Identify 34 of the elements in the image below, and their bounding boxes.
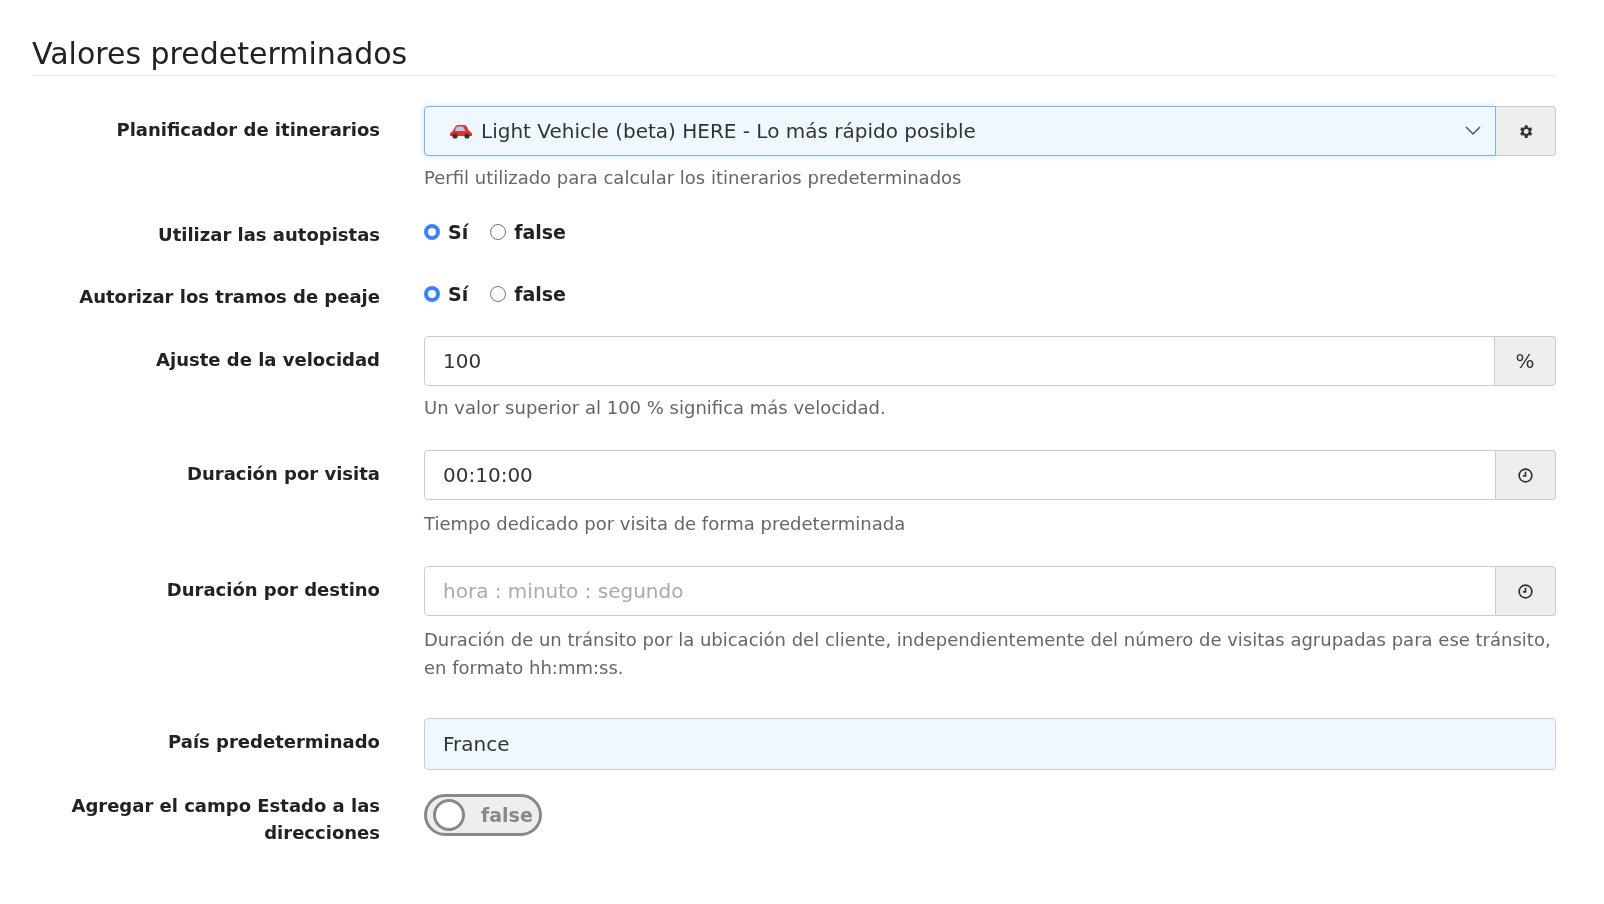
help-text: Un valor superior al 100 % significa más velocidad.: [424, 396, 887, 420]
radio-button[interactable]: [424, 286, 440, 302]
percent-addon: %: [1495, 336, 1556, 386]
radio-label: Sí: [448, 283, 469, 305]
radio-label: Sí: [448, 221, 469, 243]
settings-button[interactable]: [1496, 106, 1556, 156]
radio-button[interactable]: [490, 286, 507, 302]
speed-input-field[interactable]: 100: [424, 336, 1495, 386]
help-text: Tiempo dedicado por visita de forma predeterminada: [424, 512, 907, 536]
duration-input-field[interactable]: 00:10:00: [424, 450, 1496, 500]
field-label: Planificador de itinerarios: [115, 118, 380, 142]
field-label: Ajuste de la velocidad: [155, 348, 380, 372]
field-label: Agregar el campo Estado a las direcciones: [70, 794, 380, 845]
field-label: Duración por visita: [186, 462, 380, 486]
field-label: País predeterminado: [167, 730, 380, 754]
country-input-field[interactable]: France: [424, 718, 1556, 770]
clock-icon: [1517, 582, 1534, 600]
radio-label: false: [514, 283, 566, 305]
radio-label: false: [514, 221, 566, 243]
chevron-down-icon: [1465, 126, 1481, 136]
section-title: Valores predeterminados: [32, 36, 1556, 76]
clock-icon: [1517, 466, 1534, 484]
field-label: Autorizar los tramos de peaje: [78, 285, 380, 309]
clock-button[interactable]: [1496, 450, 1556, 500]
profile-select[interactable]: Light Vehicle (beta) HERE - Lo más rápido posible: [424, 106, 1496, 156]
field-label: Utilizar las autopistas: [157, 223, 380, 247]
radio-button[interactable]: [490, 224, 507, 240]
clock-button[interactable]: [1496, 566, 1556, 616]
field-label: Duración por destino: [165, 578, 380, 602]
help-text: Perfil utilizado para calcular los itinerarios predeterminados: [424, 166, 963, 190]
help-text: Duración de un tránsito por la ubicación del cliente, independientemente del número de visitas agrupadas para ese tránsito, en formato hh:mm:ss.: [424, 628, 1552, 680]
car-icon: [449, 123, 473, 139]
settings-icon: [1517, 122, 1534, 140]
radio-button[interactable]: [424, 224, 440, 240]
